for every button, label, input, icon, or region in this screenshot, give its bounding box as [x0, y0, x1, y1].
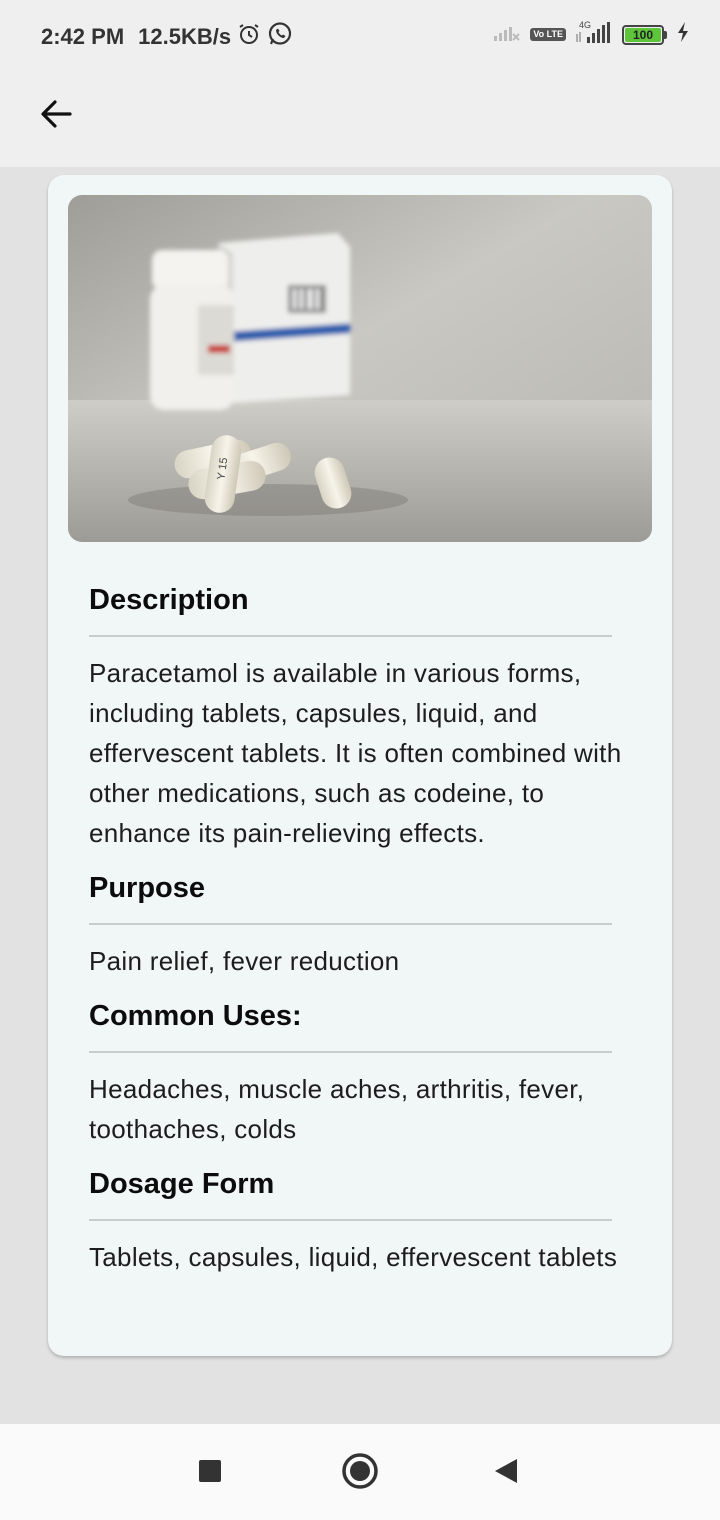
purpose-section: Purpose Pain relief, fever reduction — [89, 865, 649, 981]
charging-icon — [676, 21, 690, 48]
dosage-form-title: Dosage Form — [89, 1168, 275, 1200]
status-left: 2:42 PM 12.5KB/s — [41, 21, 293, 53]
4g-signal-icon: 4G — [575, 20, 613, 49]
battery-level: 100 — [625, 27, 661, 42]
home-button[interactable] — [338, 1451, 382, 1495]
network-speed: 12.5KB/s — [138, 24, 232, 49]
pill-capsules-and-medicine-bottle-image: Y 15 — [68, 195, 652, 542]
dosage-form-text: Tablets, capsules, liquid, effervescent … — [89, 1242, 618, 1272]
section-divider — [89, 635, 612, 637]
description-title: Description — [89, 584, 249, 616]
signal-no-service-icon — [493, 22, 521, 47]
purpose-text: Pain relief, fever reduction — [89, 946, 400, 976]
system-navigation-bar — [0, 1424, 720, 1520]
dosage-form-section: Dosage Form Tablets, capsules, liquid, e… — [89, 1161, 649, 1277]
whatsapp-icon — [267, 21, 293, 53]
description-text: Paracetamol is available in various form… — [89, 658, 622, 848]
common-uses-title: Common Uses: — [89, 1000, 302, 1032]
section-divider — [89, 1051, 612, 1053]
nav-back-button[interactable] — [484, 1451, 528, 1495]
back-triangle-icon — [493, 1457, 519, 1490]
section-divider — [89, 923, 612, 925]
back-button[interactable] — [26, 86, 86, 146]
medicine-detail-card: Y 15 Description Paracetamol is availabl… — [48, 175, 672, 1356]
battery-icon: 100 — [622, 24, 667, 45]
common-uses-text: Headaches, muscle aches, arthritis, feve… — [89, 1074, 585, 1144]
svg-text:4G: 4G — [579, 20, 591, 30]
purpose-title: Purpose — [89, 872, 206, 904]
description-section: Description Paracetamol is available in … — [89, 577, 649, 853]
alarm-icon — [237, 22, 261, 52]
volte-icon: Vo LTE — [530, 28, 566, 41]
recents-button[interactable] — [188, 1451, 232, 1495]
status-bar: 2:42 PM 12.5KB/s Vo LTE 4G 100 — [0, 0, 720, 68]
common-uses-section: Common Uses: Headaches, muscle aches, ar… — [89, 993, 649, 1149]
status-right: Vo LTE 4G 100 — [493, 20, 690, 49]
section-divider — [89, 1219, 612, 1221]
app-bar — [0, 68, 720, 167]
arrow-left-icon — [38, 96, 74, 137]
status-time: 2:42 PM — [41, 24, 125, 49]
home-circle-icon — [341, 1452, 379, 1495]
medicine-info-content: Description Paracetamol is available in … — [89, 577, 649, 1289]
recents-square-icon — [198, 1459, 222, 1488]
